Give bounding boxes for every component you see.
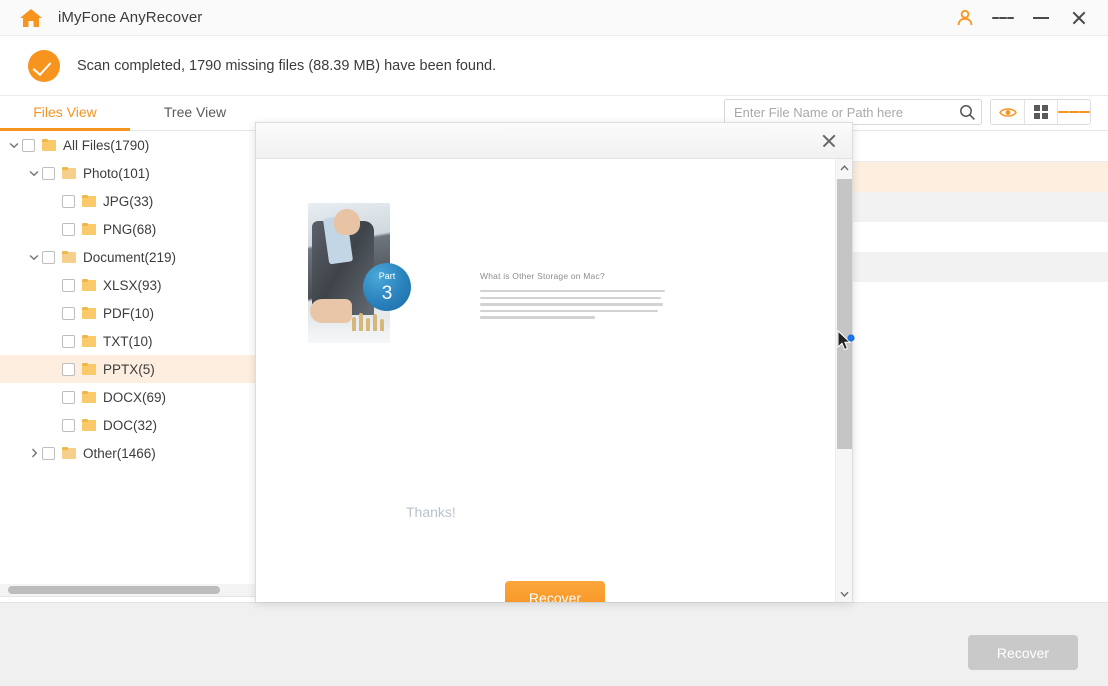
recover-button-modal[interactable]: Recover (505, 581, 605, 602)
tree-node-docx[interactable]: DOCX(69) (0, 383, 256, 411)
app-title: iMyFone AnyRecover (58, 9, 203, 26)
file-preview-modal: Part 3 What is Other Storage on Mac? Tha… (255, 122, 853, 602)
tree-node-jpg[interactable]: JPG(33) (0, 187, 256, 215)
left-panel: All Files(1790) Photo(101) JPG(33) PNG(68) D… (0, 131, 256, 686)
folder-icon (62, 251, 76, 263)
tree-caret-icon[interactable] (26, 170, 42, 177)
tree-node-pdf[interactable]: PDF(10) (0, 299, 256, 327)
eye-icon[interactable] (991, 100, 1024, 124)
tree-node-pptx[interactable]: PPTX(5) (0, 355, 256, 383)
tree-node-label: Photo(101) (83, 165, 150, 181)
chess-pieces (352, 309, 386, 331)
view-mode-buttons (990, 99, 1091, 125)
hamburger-menu-icon[interactable] (992, 7, 1014, 29)
tree-node-label: TXT(10) (103, 333, 153, 349)
close-icon[interactable] (1068, 7, 1090, 29)
tree-node-png[interactable]: PNG(68) (0, 215, 256, 243)
tree-checkbox[interactable] (22, 138, 35, 152)
tree-caret-icon[interactable] (26, 448, 42, 458)
tree-node-label: PDF(10) (103, 305, 155, 321)
folder-icon (82, 335, 96, 347)
chevron-up-icon[interactable] (836, 159, 852, 176)
tree-node-label: PNG(68) (103, 221, 157, 237)
tree-checkbox[interactable] (62, 390, 75, 404)
tree-node-label: JPG(33) (103, 193, 154, 209)
tree-checkbox[interactable] (62, 362, 75, 376)
slide-part-badge: Part 3 (363, 263, 411, 311)
tab-tree-view[interactable]: Tree View (130, 96, 260, 131)
folder-icon (62, 447, 76, 459)
window-controls (954, 7, 1090, 29)
file-type-tree: All Files(1790) Photo(101) JPG(33) PNG(68) D… (0, 131, 256, 463)
search-icon[interactable] (953, 100, 981, 124)
tree-caret-icon[interactable] (26, 254, 42, 261)
tree-checkbox[interactable] (62, 278, 75, 292)
slide-body-placeholder-lines (480, 290, 665, 319)
tree-node-document[interactable]: Document(219) (0, 243, 256, 271)
folder-icon (82, 391, 96, 403)
scan-status-text: Scan completed, 1790 missing files (88.3… (77, 57, 497, 74)
tree-node-other[interactable]: Other(1466) (0, 439, 256, 463)
modal-close-icon[interactable] (812, 124, 846, 158)
tree-node-txt[interactable]: TXT(10) (0, 327, 256, 355)
chevron-down-icon[interactable] (836, 585, 852, 602)
tree-node-label: All Files(1790) (63, 137, 150, 153)
slide-thanks-text: Thanks! (406, 504, 456, 520)
tree-checkbox[interactable] (62, 194, 75, 208)
tree-node-label: Other(1466) (83, 445, 156, 461)
minimize-icon[interactable] (1030, 7, 1052, 29)
tree-checkbox[interactable] (42, 250, 55, 264)
tree-node-all files[interactable]: All Files(1790) (0, 131, 256, 159)
folder-icon (42, 139, 56, 151)
tree-caret-icon[interactable] (6, 142, 22, 149)
folder-icon (82, 363, 96, 375)
grid-view-icon[interactable] (1024, 100, 1057, 124)
tree-node-doc[interactable]: DOC(32) (0, 411, 256, 439)
tree-node-label: DOC(32) (103, 417, 158, 433)
tree-checkbox[interactable] (62, 418, 75, 432)
modal-scrollbar-thumb[interactable] (837, 179, 852, 449)
slide-preview: Part 3 What is Other Storage on Mac? (308, 203, 852, 563)
tree-node-label: PPTX(5) (103, 361, 155, 377)
slide-badge-number: 3 (381, 282, 393, 304)
search-input[interactable] (725, 104, 953, 120)
folder-icon (62, 167, 76, 179)
folder-icon (82, 279, 96, 291)
tree-node-label: Document(219) (83, 249, 177, 265)
list-view-icon[interactable] (1057, 100, 1090, 124)
tree-horizontal-scrollbar[interactable] (8, 586, 220, 594)
folder-icon (82, 419, 96, 431)
tree-node-label: XLSX(93) (103, 277, 162, 293)
modal-vertical-scrollbar[interactable] (835, 159, 852, 602)
check-circle-icon (28, 49, 60, 82)
slide-text-block: What is Other Storage on Mac? (480, 271, 665, 323)
tree-checkbox[interactable] (42, 446, 55, 460)
tree-checkbox[interactable] (62, 222, 75, 236)
bottom-action-bar: Recover (0, 602, 1108, 686)
tree-checkbox[interactable] (62, 334, 75, 348)
folder-icon (82, 307, 96, 319)
tree-checkbox[interactable] (62, 306, 75, 320)
scan-status-banner: Scan completed, 1790 missing files (88.3… (0, 36, 1108, 96)
app-window: iMyFone AnyRecover Scan completed, 1790 … (0, 0, 1108, 686)
user-icon[interactable] (954, 7, 976, 29)
home-icon[interactable] (18, 7, 44, 29)
slide-title: What is Other Storage on Mac? (480, 271, 605, 281)
tree-checkbox[interactable] (42, 166, 55, 180)
title-bar: iMyFone AnyRecover (0, 0, 1108, 36)
tree-node-xlsx[interactable]: XLSX(93) (0, 271, 256, 299)
tab-files-view[interactable]: Files View (0, 96, 130, 131)
folder-icon (82, 195, 96, 207)
folder-icon (82, 223, 96, 235)
recover-button-main[interactable]: Recover (968, 635, 1078, 670)
tree-node-photo[interactable]: Photo(101) (0, 159, 256, 187)
slide-badge-part-label: Part (378, 270, 396, 281)
modal-title-bar (256, 123, 852, 159)
tree-node-label: DOCX(69) (103, 389, 167, 405)
modal-content: Part 3 What is Other Storage on Mac? Tha… (256, 159, 852, 602)
